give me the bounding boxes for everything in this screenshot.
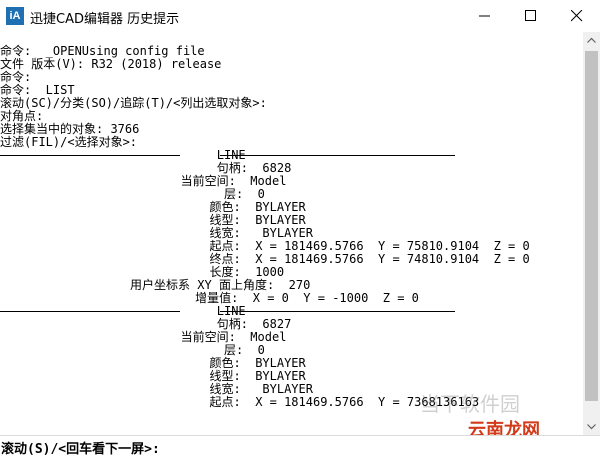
maximize-icon (525, 10, 536, 21)
scroll-down-button[interactable] (583, 418, 600, 435)
history-console[interactable]: 命令: _OPENUsing config file 文件 版本(V): R32… (0, 32, 583, 435)
watermark-text: 当下软件园 (420, 392, 520, 416)
chevron-down-icon (587, 424, 596, 430)
chevron-up-icon (587, 37, 596, 43)
title-bar: iA 迅捷CAD编辑器 历史提示 (0, 0, 600, 32)
app-icon: iA (6, 7, 24, 25)
maximize-button[interactable] (508, 0, 554, 32)
close-button[interactable] (554, 0, 600, 32)
console-line: 文件 版本(V): R32 (2018) release (0, 57, 222, 71)
vertical-scrollbar[interactable] (583, 32, 600, 435)
command-prompt: 滚动(S)/<回车看下一屏>: (1, 442, 160, 457)
command-prompt-bar[interactable]: 滚动(S)/<回车看下一屏>: (0, 435, 600, 457)
minimize-icon (479, 15, 490, 17)
window-title: 迅捷CAD编辑器 历史提示 (30, 12, 180, 27)
scroll-thumb[interactable] (585, 51, 598, 401)
console-line: 起点: X = 181469.5766 Y = 7368136163 (0, 395, 480, 409)
minimize-button[interactable] (462, 0, 508, 32)
close-icon (571, 10, 583, 22)
scroll-up-button[interactable] (583, 32, 600, 49)
